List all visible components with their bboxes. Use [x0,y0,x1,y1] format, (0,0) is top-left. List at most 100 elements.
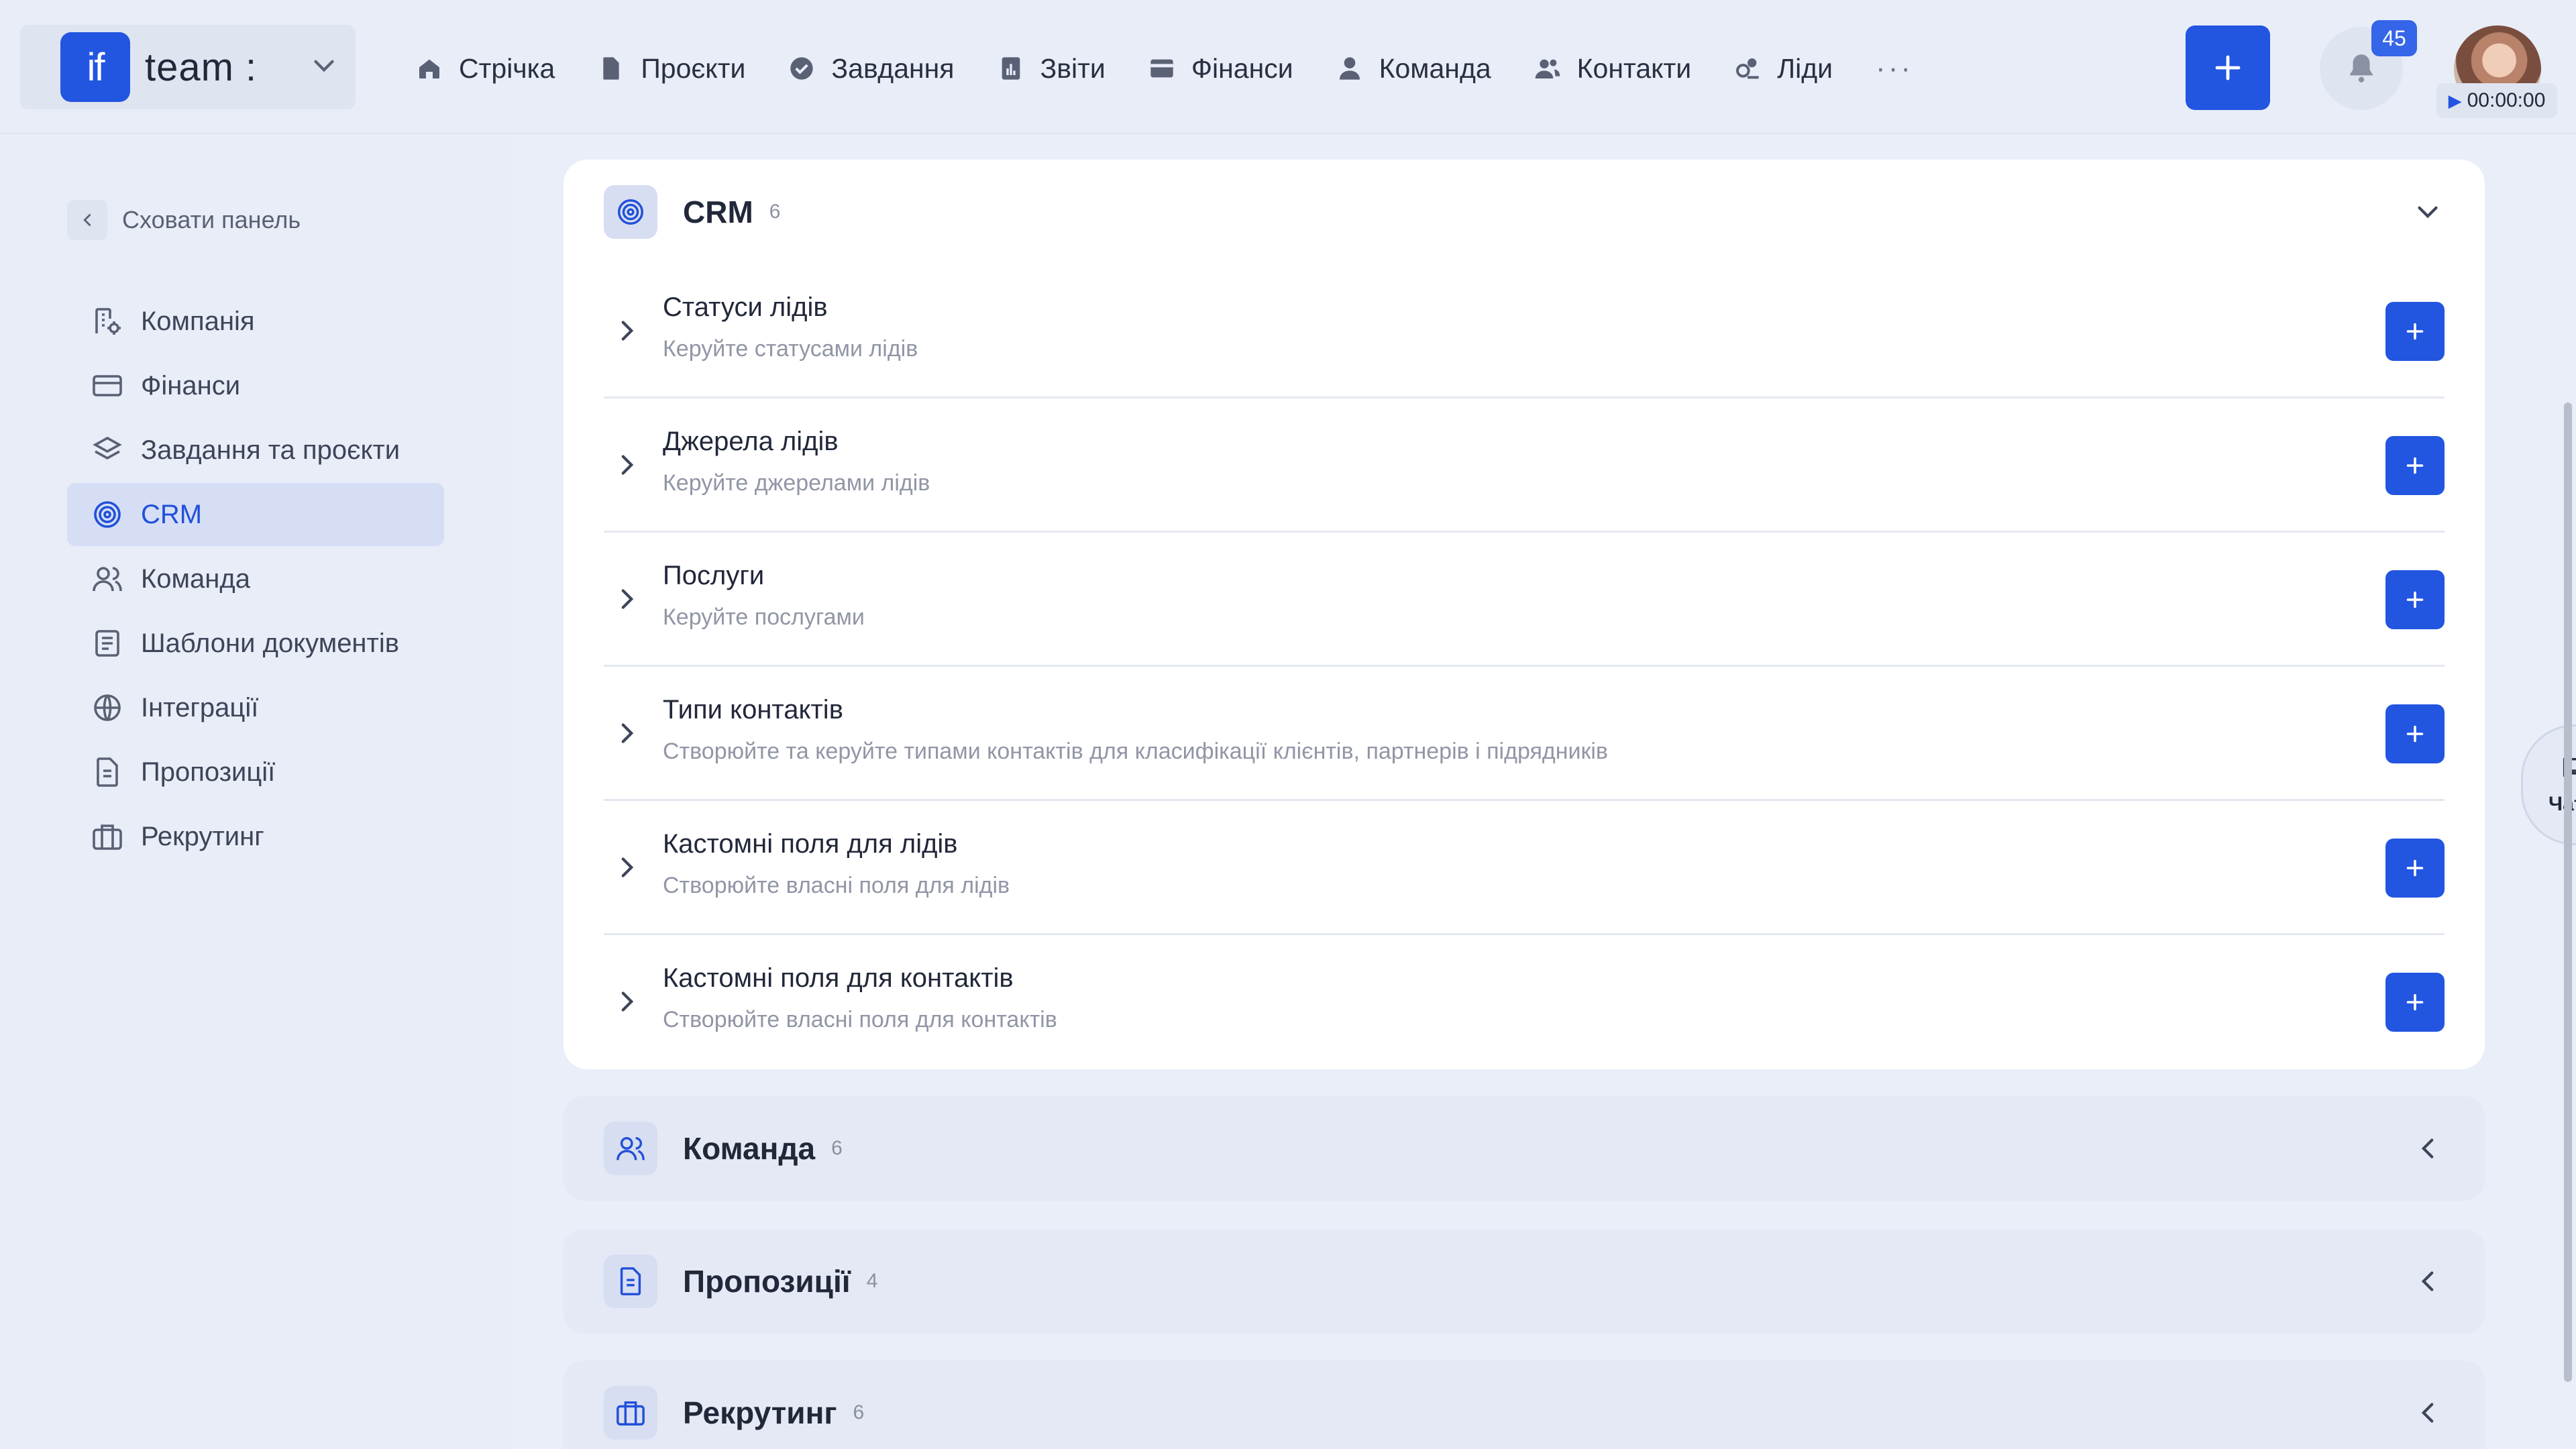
nav-projects[interactable]: Проєкти [598,42,745,95]
section-count: 4 [866,1270,878,1292]
chevron-right-icon[interactable] [610,448,644,482]
nav-contacts[interactable]: Контакти [1534,42,1691,95]
team-section-header[interactable]: Команда 6 [564,1096,2485,1201]
nav-tasks[interactable]: Завдання [788,42,955,95]
home-icon [419,59,439,78]
section-title: Рекрутинг [683,1395,837,1430]
sidebar-list: Компанія Фінанси Завдання та проєкти CRM… [67,290,444,869]
leads-icon [1736,58,1759,79]
credit-card-icon [93,375,122,396]
workspace-switcher[interactable]: if team : [20,25,356,109]
setting-title: Кастомні поля для контактів [663,963,1014,993]
document-icon [603,57,619,80]
add-contact-field-button[interactable] [2385,973,2445,1032]
add-lead-status-button[interactable] [2385,302,2445,361]
add-lead-source-button[interactable] [2385,436,2445,495]
proposals-section-header[interactable]: Пропозиції 4 [564,1229,2485,1334]
plus-icon [2406,457,2424,474]
scrollbar[interactable] [2564,402,2572,1382]
section-title: Команда [683,1131,816,1166]
nav-leads[interactable]: Ліди [1734,42,1833,95]
briefcase-icon [604,1386,657,1440]
sidebar-item-label: Фінанси [141,370,241,400]
recruiting-section-header[interactable]: Рекрутинг 6 [564,1360,2485,1449]
setting-row-services[interactable]: Послуги Керуйте послугами [604,533,2445,667]
sidebar-item-company[interactable]: Компанія [67,290,444,353]
section-title: Пропозиції [683,1264,851,1299]
proposal-icon [604,1254,657,1308]
nav-feed[interactable]: Стрічка [416,42,555,95]
sidebar-item-proposals[interactable]: Пропозиції [67,741,444,804]
nav-team[interactable]: Команда [1336,42,1491,95]
plus-icon [2406,994,2424,1011]
sidebar-item-recruiting[interactable]: Рекрутинг [67,805,444,868]
add-contact-type-button[interactable] [2385,704,2445,763]
sidebar-item-label: Рекрутинг [141,821,264,851]
nav-more[interactable]: ··· [1876,42,1913,95]
sidebar-item-finance[interactable]: Фінанси [67,354,444,417]
sidebar-item-crm[interactable]: CRM [67,483,444,546]
play-icon: ▶ [2448,90,2462,111]
plus-icon [2406,323,2424,340]
crm-section-header[interactable]: CRM 6 [564,160,2485,264]
setting-description: Створюйте власні поля для контактів [663,1007,1057,1032]
proposals-section: Пропозиції 4 [564,1229,2485,1334]
setting-title: Джерела лідів [663,427,839,456]
time-tracker[interactable]: ▶ 00:00:00 [2436,83,2557,118]
setting-row-contact-types[interactable]: Типи контактів Створюйте та керуйте типа… [604,667,2445,801]
bell-icon [2350,54,2373,83]
nav-label: Фінанси [1191,52,1293,84]
setting-description: Керуйте послугами [663,604,865,630]
setting-row-lead-sources[interactable]: Джерела лідів Керуйте джерелами лідів [604,398,2445,533]
plus-icon [2406,591,2424,608]
team-section: Команда 6 [564,1096,2485,1201]
chevron-down-icon [314,60,334,72]
sidebar-item-label: Пропозиції [141,757,276,787]
building-settings-icon [95,308,121,335]
nav-label: Проєкти [641,52,746,84]
nav-label: Завдання [831,52,955,84]
chevron-left-icon[interactable] [2411,1132,2445,1165]
chevron-left-icon [67,200,107,240]
sidebar-item-tasks-projects[interactable]: Завдання та проєкти [67,419,444,482]
chevron-right-icon[interactable] [610,582,644,616]
sidebar-item-doc-templates[interactable]: Шаблони документів [67,612,444,675]
plus-icon [2406,859,2424,877]
setting-row-lead-custom-fields[interactable]: Кастомні поля для лідів Створюйте власні… [604,801,2445,935]
nav-label: Ліди [1777,52,1833,84]
main-nav: Стрічка Проєкти Завдання Звіти Фінанси К… [416,42,1913,95]
setting-title: Типи контактів [663,695,843,724]
setting-title: Статуси лідів [663,292,828,322]
chevron-left-icon[interactable] [2411,1396,2445,1430]
globe-icon [94,694,121,721]
chevron-left-icon[interactable] [2411,1265,2445,1298]
add-service-button[interactable] [2385,570,2445,629]
team-icon [93,567,122,592]
sidebar-item-integrations[interactable]: Інтеграції [67,676,444,739]
chevron-down-icon[interactable] [2411,195,2445,229]
chevron-right-icon[interactable] [610,985,644,1018]
sidebar-item-team[interactable]: Команда [67,547,444,610]
crm-section: CRM 6 Статуси лідів Керуйте статусами лі… [564,160,2485,1069]
crm-settings-list: Статуси лідів Керуйте статусами лідів Дж… [564,264,2485,1069]
setting-title: Кастомні поля для лідів [663,829,958,859]
nav-finance[interactable]: Фінанси [1148,42,1293,95]
hide-panel-button[interactable]: Сховати панель [67,200,301,240]
nav-reports[interactable]: Звіти [998,42,1106,95]
hide-panel-label: Сховати панель [122,206,301,233]
setting-row-contact-custom-fields[interactable]: Кастомні поля для контактів Створюйте вл… [604,935,2445,1069]
setting-row-lead-statuses[interactable]: Статуси лідів Керуйте статусами лідів [604,264,2445,398]
user-icon [1339,57,1360,80]
plus-icon [2215,55,2241,80]
chevron-right-icon[interactable] [610,716,644,750]
section-count: 6 [769,201,781,223]
add-lead-field-button[interactable] [2385,839,2445,898]
top-bar: if team : Стрічка Проєкти Завдання Звіти… [0,0,2576,134]
target-icon [604,185,657,239]
wallet-icon [1150,59,1173,78]
chevron-right-icon[interactable] [610,851,644,884]
chevron-right-icon[interactable] [610,314,644,347]
global-add-button[interactable] [2186,25,2270,110]
sidebar-item-label: Команда [141,564,250,594]
setting-title: Послуги [663,561,765,590]
